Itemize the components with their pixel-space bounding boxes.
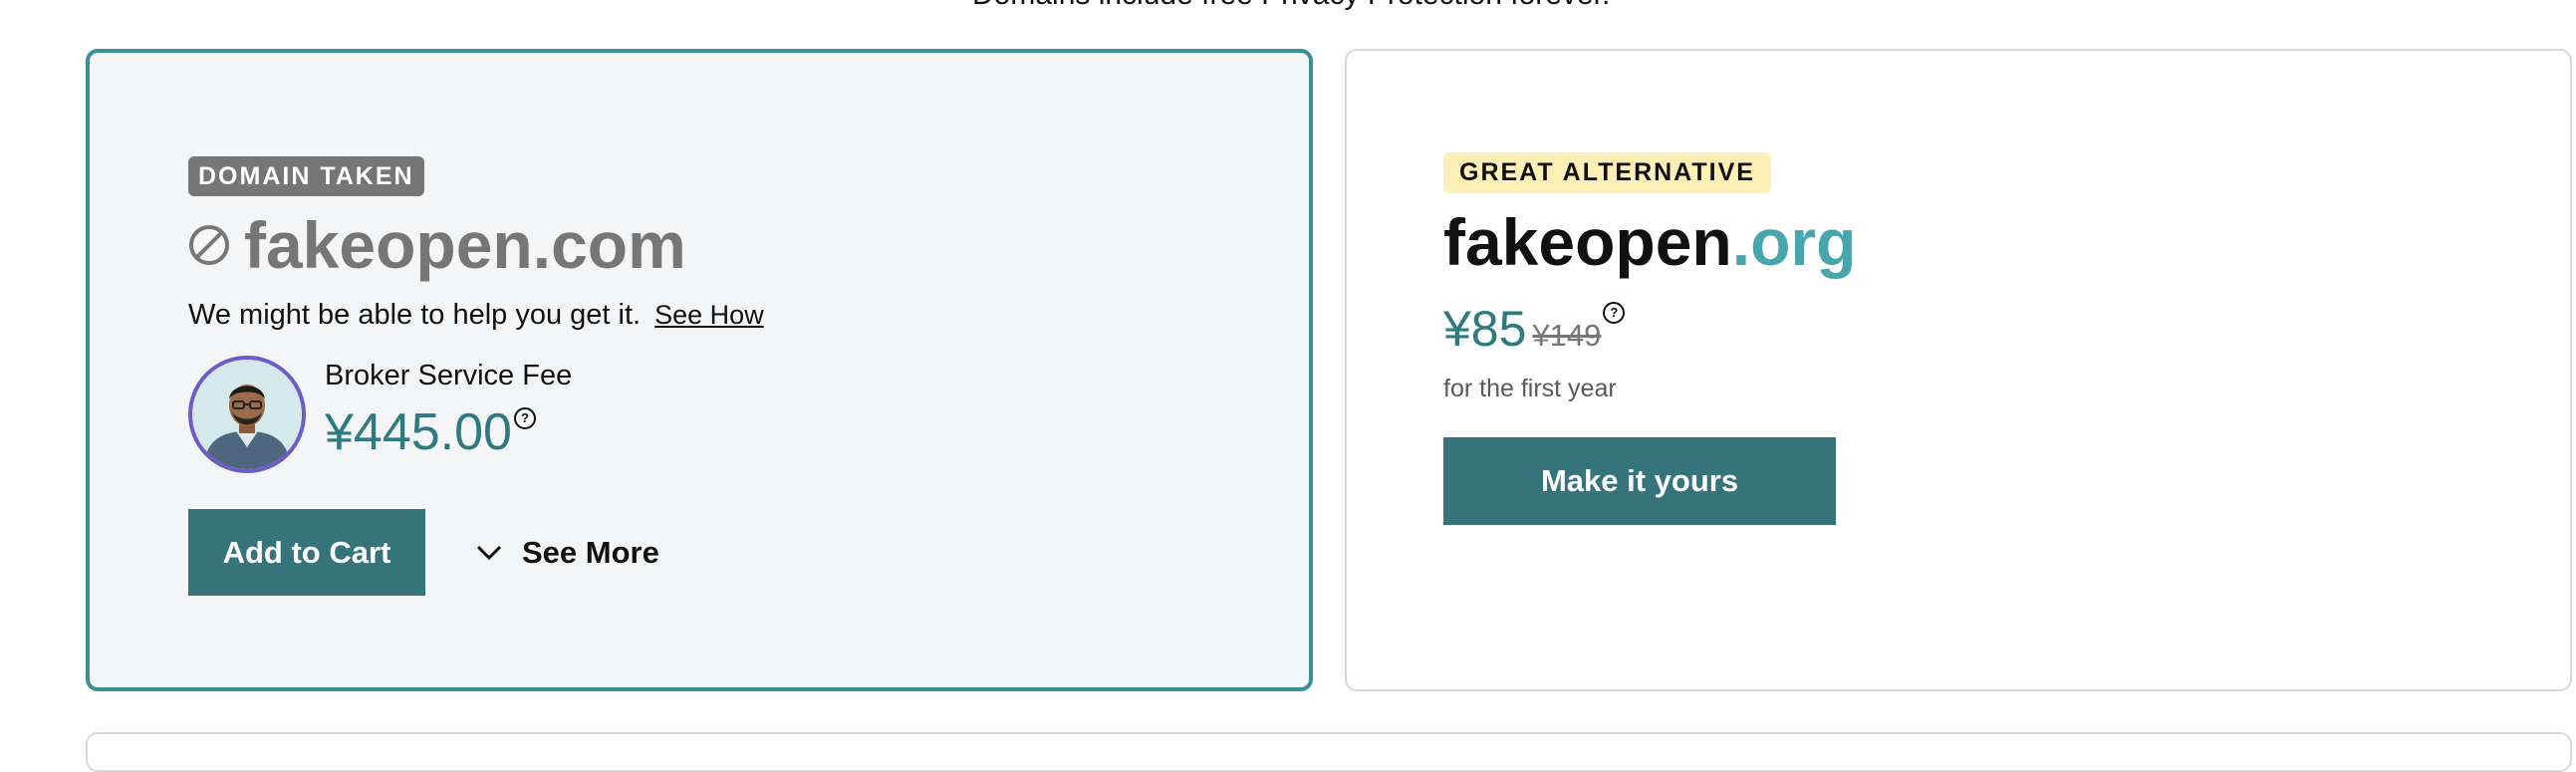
see-more-label: See More (522, 535, 659, 570)
alternative-price-row: ¥85 ¥149? (1443, 300, 1626, 358)
privacy-notice: Domains include free Privacy Protection … (972, 0, 1610, 12)
alternative-domain-sld: fakeopen (1443, 205, 1732, 279)
add-to-cart-button[interactable]: Add to Cart (188, 509, 425, 596)
broker-price-row: ¥445.00? (325, 401, 536, 463)
broker-price: ¥445.00 (325, 403, 512, 461)
make-it-yours-button[interactable]: Make it yours (1443, 437, 1836, 525)
see-more-toggle[interactable]: See More (476, 528, 659, 578)
question-circle-icon[interactable]: ? (513, 407, 536, 429)
alternative-domain-card: GREAT ALTERNATIVE fakeopen.org ¥85 ¥149? … (1345, 49, 2572, 691)
broker-avatar-image (192, 360, 302, 469)
taken-domain-name: fakeopen.com (244, 208, 686, 282)
broker-service-fee-label: Broker Service Fee (325, 360, 573, 391)
taken-domain-card: DOMAIN TAKEN fakeopen.com We might be ab… (86, 49, 1313, 691)
alternative-original-price: ¥149 (1532, 318, 1602, 353)
great-alternative-badge: GREAT ALTERNATIVE (1443, 152, 1771, 193)
domain-taken-badge: DOMAIN TAKEN (188, 156, 424, 196)
chevron-down-icon (476, 545, 502, 561)
question-circle-icon[interactable]: ? (1603, 302, 1626, 324)
alternative-price: ¥85 (1443, 301, 1527, 357)
alternative-domain-name: fakeopen.org (1443, 204, 1856, 280)
price-term-note: for the first year (1443, 375, 1617, 402)
help-message-text: We might be able to help you get it. (188, 299, 642, 331)
blocked-circle-icon (189, 225, 229, 265)
help-message: We might be able to help you get it. See… (188, 299, 764, 332)
broker-avatar (188, 356, 306, 473)
alternative-domain-tld: .org (1731, 205, 1857, 279)
next-result-card (86, 732, 2572, 772)
see-how-link[interactable]: See How (654, 300, 764, 330)
